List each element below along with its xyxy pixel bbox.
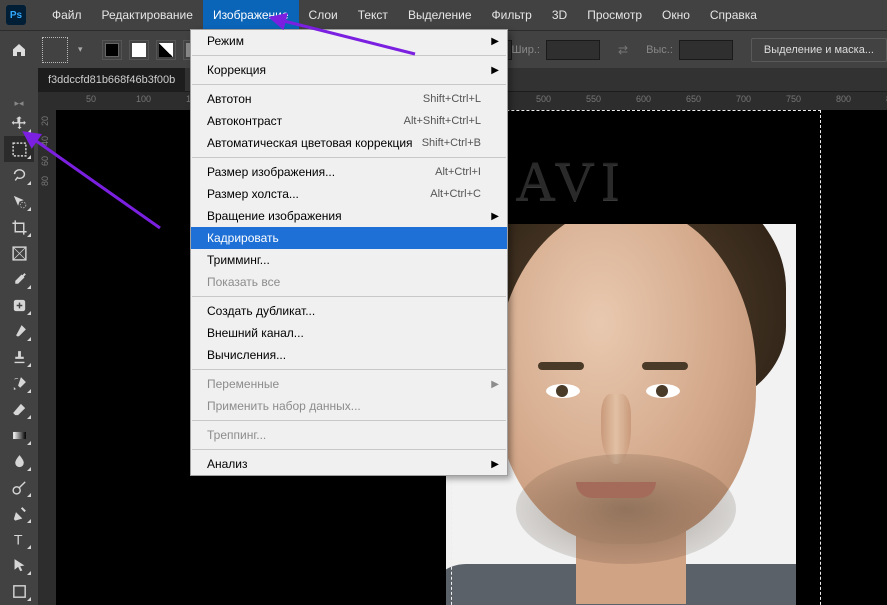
menu-item-trap: Треппинг... [191,424,507,446]
app-logo: Ps [6,5,26,25]
home-icon[interactable] [6,37,32,63]
tool-frame[interactable] [4,240,34,266]
menu-file[interactable]: Файл [42,0,92,30]
annotation-arrow [20,128,170,241]
tool-blur[interactable] [4,448,34,474]
sel-mode-sub[interactable] [156,40,176,60]
menu-bar: Ps Файл Редактирование Изображение Слои … [0,0,887,30]
ruler-corner [38,92,56,110]
width-field: Шир.: [512,40,600,60]
image-menu-dropdown: Режим▶ Коррекция▶ АвтотонShift+Ctrl+L Ав… [190,29,508,476]
height-label: Выс.: [646,44,673,56]
annotation-arrow [265,14,425,67]
tool-history-brush[interactable] [4,370,34,396]
tool-stamp[interactable] [4,344,34,370]
menu-item-duplicate[interactable]: Создать дубликат... [191,300,507,322]
menu-item-imagesize[interactable]: Размер изображения...Alt+Ctrl+I [191,161,507,183]
document-tab-name: f3ddccfd81b668f46b3f00b [48,74,175,86]
menu-item-rotate[interactable]: Вращение изображения▶ [191,205,507,227]
tool-preset-dropdown-icon[interactable]: ▾ [78,37,88,63]
svg-text:T: T [13,532,22,548]
submenu-arrow-icon: ▶ [491,65,499,76]
menu-item-crop[interactable]: Кадрировать [191,227,507,249]
swap-dims-icon[interactable]: ⇄ [618,43,628,57]
tool-pen[interactable] [4,500,34,526]
menu-item-applyimage[interactable]: Внешний канал... [191,322,507,344]
menu-item-variables: Переменные▶ [191,373,507,395]
menu-item-autotone[interactable]: АвтотонShift+Ctrl+L [191,88,507,110]
tool-gradient[interactable] [4,422,34,448]
sel-mode-add[interactable] [129,40,149,60]
menu-item-trim[interactable]: Тримминг... [191,249,507,271]
menu-item-autocontrast[interactable]: АвтоконтрастAlt+Shift+Ctrl+L [191,110,507,132]
select-and-mask-button[interactable]: Выделение и маска... [751,38,887,62]
tool-heal[interactable] [4,292,34,318]
width-input[interactable] [546,40,600,60]
menu-item-revealall: Показать все [191,271,507,293]
submenu-arrow-icon: ▶ [491,379,499,390]
menu-3d[interactable]: 3D [542,0,577,30]
tool-type[interactable]: T [4,526,34,552]
sel-mode-new[interactable] [102,40,122,60]
document-tab[interactable]: f3ddccfd81b668f46b3f00b [38,68,185,92]
menu-edit[interactable]: Редактирование [92,0,203,30]
submenu-arrow-icon: ▶ [491,36,499,47]
menu-item-canvassize[interactable]: Размер холста...Alt+Ctrl+C [191,183,507,205]
menu-view[interactable]: Просмотр [577,0,652,30]
height-field: Выс.: [646,40,733,60]
width-label: Шир.: [512,44,540,56]
tool-dodge[interactable] [4,474,34,500]
tool-preset-icon[interactable] [42,37,68,63]
tools-collapse-icon[interactable]: ▸◂ [0,96,38,110]
menu-filter[interactable]: Фильтр [482,0,542,30]
submenu-arrow-icon: ▶ [491,211,499,222]
menu-item-autocolor[interactable]: Автоматическая цветовая коррекцияShift+C… [191,132,507,154]
tool-path-select[interactable] [4,552,34,578]
menu-item-calculations[interactable]: Вычисления... [191,344,507,366]
tool-brush[interactable] [4,318,34,344]
height-input[interactable] [679,40,733,60]
menu-item-datasets: Применить набор данных... [191,395,507,417]
tool-shape[interactable] [4,578,34,604]
menu-item-analysis[interactable]: Анализ▶ [191,453,507,475]
submenu-arrow-icon: ▶ [491,459,499,470]
menu-help[interactable]: Справка [700,0,767,30]
menu-window[interactable]: Окно [652,0,700,30]
tool-eyedropper[interactable] [4,266,34,292]
tool-eraser[interactable] [4,396,34,422]
